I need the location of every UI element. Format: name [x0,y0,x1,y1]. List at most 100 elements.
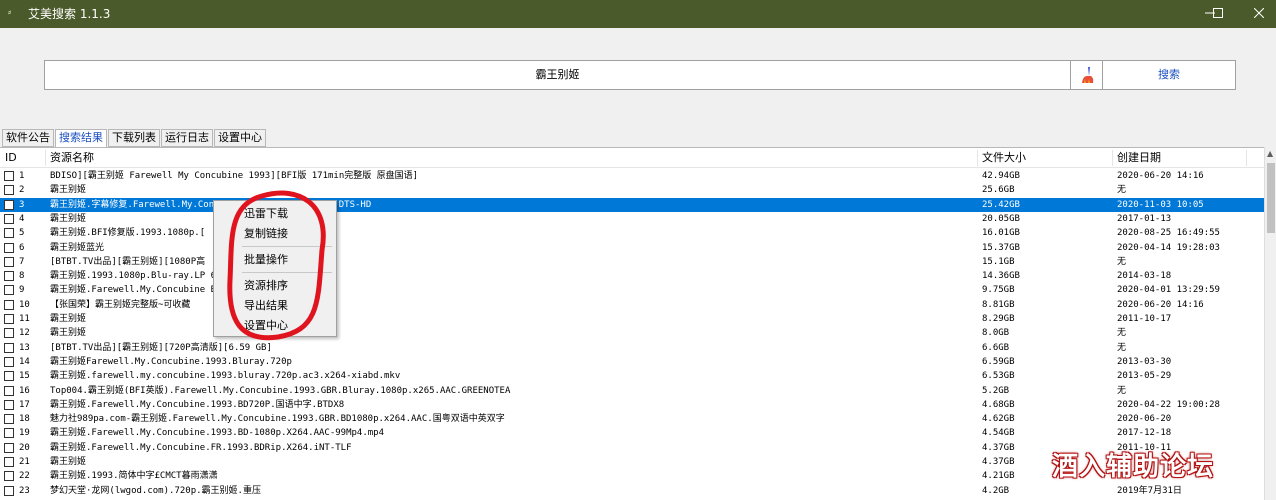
column-header-date[interactable]: 创建日期 [1117,152,1161,164]
row-size: 8.0GB [982,328,1010,339]
row-id: 3 [19,199,25,210]
table-row[interactable]: 4 霸王别姬 20.05GB 2017-01-13 [0,212,1264,226]
row-checkbox[interactable] [4,271,14,282]
table-row[interactable]: 23 梦幻天堂·龙网(lwgod.com).720p.霸王别姬.重压 4.2GB 20… [0,484,1264,498]
row-id: 17 [19,399,30,410]
tab-announcements[interactable]: 软件公告 [2,129,54,147]
row-size: 4.62GB [982,414,1015,425]
row-checkbox[interactable] [4,385,14,396]
row-checkbox[interactable] [4,256,14,267]
table-row[interactable]: 2 霸王别姬 25.6GB 无 [0,183,1264,197]
row-name: Top004.霸王别姬(BFI英版).Farewell.My.Concubine… [50,385,511,396]
row-id: 13 [19,342,30,353]
column-header-size[interactable]: 文件大小 [982,152,1026,164]
table-row[interactable]: 13 [BTBT.TV出品][霸王别姬][720P高清版][6.59 GB] 6.6… [0,341,1264,355]
row-id: 16 [19,385,30,396]
row-id: 14 [19,356,30,367]
row-name: 霸王别姬.字幕修复.Farewell.My.Concubine.1993.108… [50,199,372,210]
row-name: BDISO][霸王别姬 Farewell My Concubine 1993][… [50,171,419,181]
table-row[interactable]: 3 霸王别姬.字幕修复.Farewell.My.Concubine.1993.10… [0,197,1264,212]
row-checkbox[interactable] [4,457,14,467]
row-size: 25.6GB [982,185,1015,196]
table-row[interactable]: 1 BDISO][霸王别姬 Farewell My Concubine 1993]… [0,169,1264,183]
scroll-up-icon[interactable]: ▲ [1267,150,1273,158]
row-checkbox[interactable] [4,228,14,239]
row-id: 23 [19,485,30,496]
table-row[interactable]: 17 霸王别姬.Farewell.My.Concubine.1993.BD720P… [0,398,1264,412]
menu-item-export-results[interactable]: 导出结果 [244,299,288,313]
search-button[interactable]: 搜索 [1103,60,1236,90]
row-date: 2017-01-13 [1117,213,1172,224]
table-row[interactable]: 14 霸王别姬Farewell.My.Concubine.1993.Bluray.… [0,355,1264,369]
row-name: 霸王别姬.Farewell.My.Concubine.1993.BD720P.国… [50,399,345,410]
table-row[interactable]: 6 霸王别姬蓝光 15.37GB 2020-04-14 19:28:03 [0,241,1264,255]
table-row[interactable]: 11 霸王别姬 8.29GB 2011-10-17 [0,312,1264,326]
search-input[interactable]: 霸王别姬 [44,60,1071,90]
clear-brush-button[interactable] [1071,60,1103,90]
table-row[interactable]: 15 霸王别姬.farewell.my.concubine.1993.bluray… [0,369,1264,383]
row-checkbox[interactable] [4,399,14,410]
column-header-name[interactable]: 资源名称 [50,152,94,164]
row-checkbox[interactable] [4,185,14,196]
results-table[interactable]: ID 资源名称 文件大小 创建日期 1 BDISO][霸王别姬 Farewell … [0,147,1264,500]
menu-item-copy-link[interactable]: 复制链接 [244,227,288,241]
table-row[interactable]: 19 霸王别姬.Farewell.My.Concubine.1993.BD-108… [0,426,1264,440]
maximize-button[interactable] [1196,0,1240,28]
row-checkbox[interactable] [4,414,14,425]
row-checkbox[interactable] [4,371,14,382]
row-date: 2020-06-20 14:16 [1117,299,1204,310]
row-size: 4.37GB [982,457,1015,467]
column-header-id[interactable]: ID [5,152,17,164]
menu-item-thunder-download[interactable]: 迅雷下载 [244,207,288,221]
row-name: 霸王别姬 [50,185,87,196]
close-button[interactable] [1237,0,1276,28]
menu-item-sort-resources[interactable]: 资源排序 [244,279,288,293]
row-size: 6.59GB [982,356,1015,367]
row-checkbox[interactable] [4,471,14,482]
row-id: 18 [19,414,30,425]
table-row[interactable]: 5 霸王别姬.BFI修复版.1993.1080p.[16.01GB 2020-08-… [0,226,1264,240]
row-checkbox[interactable] [4,442,14,453]
title-bar: ⸗ 艾美搜索 1.1.3 [0,0,1276,28]
row-name: [BTBT.TV出品][霸王别姬][1080P高 [50,256,206,267]
row-size: 6.53GB [982,371,1015,382]
row-size: 16.01GB [982,228,1020,239]
row-size: 5.2GB [982,385,1010,396]
row-checkbox[interactable] [4,199,14,210]
vertical-scrollbar[interactable]: ▲ [1264,147,1276,500]
menu-separator [242,246,332,247]
row-size: 20.05GB [982,213,1020,224]
row-checkbox[interactable] [4,299,14,310]
row-checkbox[interactable] [4,342,14,353]
table-row[interactable]: 18 魅力社989pa.com-霸王别姬.Farewell.My.Concubin… [0,412,1264,426]
table-row[interactable]: 16 Top004.霸王别姬(BFI英版).Farewell.My.Concubi… [0,384,1264,398]
tab-download-list[interactable]: 下载列表 [108,129,160,147]
scrollbar-thumb[interactable] [1267,163,1275,233]
row-size: 42.94GB [982,171,1020,181]
row-name: 霸王别姬 [50,314,87,324]
table-row[interactable]: 8 霸王别姬.1993.1080p.Blu-ray.LP 6 14.36GB 2014… [0,269,1264,283]
row-checkbox[interactable] [4,171,14,181]
row-checkbox[interactable] [4,356,14,367]
row-name: 霸王别姬 [50,457,87,467]
row-checkbox[interactable] [4,428,14,439]
menu-item-settings[interactable]: 设置中心 [244,319,288,333]
table-row[interactable]: 12 霸王别姬 8.0GB 无 [0,326,1264,340]
table-row[interactable]: 10 【张国荣】霸王别姬完整版~可收藏 8.81GB 2020-06-20 14:16 [0,298,1264,312]
row-checkbox[interactable] [4,242,14,253]
menu-item-batch-operation[interactable]: 批量操作 [244,253,288,267]
row-checkbox[interactable] [4,213,14,224]
row-checkbox[interactable] [4,328,14,339]
table-row[interactable]: 7 [BTBT.TV出品][霸王别姬][1080P高 15.1GB 无 [0,255,1264,269]
row-size: 15.37GB [982,242,1020,253]
row-checkbox[interactable] [4,285,14,296]
tab-run-log[interactable]: 运行日志 [161,129,213,147]
row-checkbox[interactable] [4,485,14,496]
row-checkbox[interactable] [4,314,14,324]
table-row[interactable]: 9 霸王别姬.Farewell.My.Concubine BTDX8 9.75GB 2… [0,283,1264,297]
tab-search-results[interactable]: 搜索结果 [55,129,107,148]
row-date: 2019年7月31日 [1117,485,1182,496]
row-size: 15.1GB [982,256,1015,267]
tab-settings[interactable]: 设置中心 [214,129,266,147]
row-date: 2017-12-18 [1117,428,1172,439]
